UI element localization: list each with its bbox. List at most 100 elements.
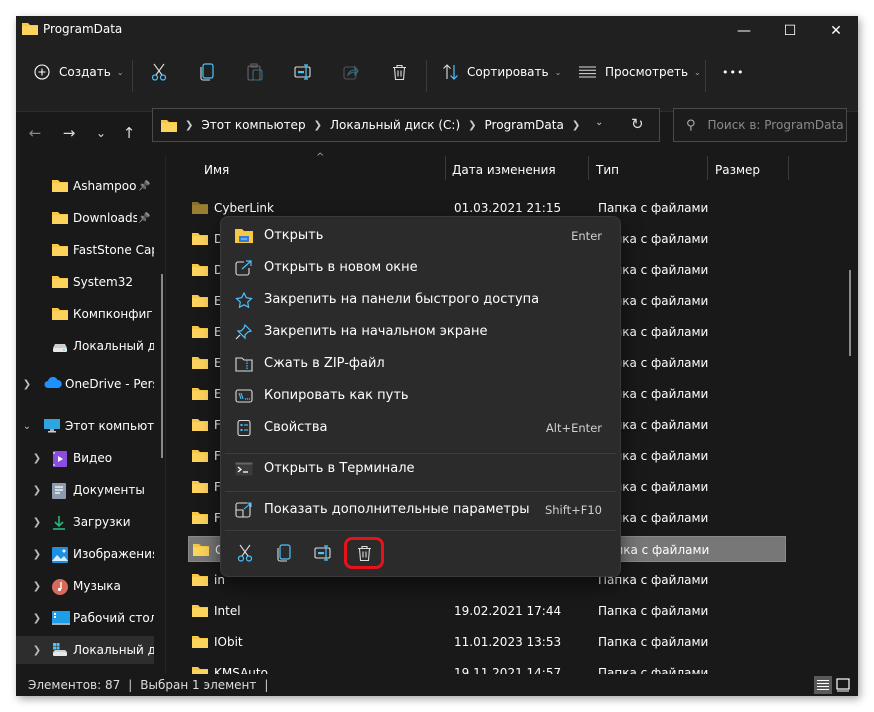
sidebar-item-label: Компконфиг bbox=[73, 307, 153, 321]
maximize-button[interactable]: ☐ bbox=[767, 16, 813, 46]
column-divider[interactable] bbox=[707, 156, 708, 180]
documents-icon bbox=[52, 483, 68, 499]
rename-button[interactable] bbox=[294, 60, 312, 84]
context-menu: Открыть Enter Открыть в новом окне Закрепит… bbox=[220, 216, 621, 577]
sidebar-scrollbar[interactable] bbox=[161, 274, 163, 458]
sidebar-item[interactable]: ❯ Локальный диск (C:) bbox=[16, 636, 154, 664]
arrow-up-icon: ↑ bbox=[122, 124, 136, 142]
chevron-right-icon[interactable]: ❯ bbox=[32, 613, 42, 624]
context-menu-item[interactable]: Сжать в ZIP-файл bbox=[225, 349, 616, 379]
search-box[interactable]: ⚲ Поиск в: ProgramData bbox=[673, 108, 847, 142]
quick-cut-button[interactable] bbox=[225, 537, 265, 569]
context-menu-item[interactable]: Показать дополнительные параметры Shift+F… bbox=[225, 495, 616, 525]
sidebar-item[interactable]: ❯ OneDrive - Personal bbox=[16, 370, 154, 398]
plus-circle-icon bbox=[34, 64, 50, 80]
forward-button[interactable]: → bbox=[57, 122, 81, 144]
quick-delete-button[interactable] bbox=[344, 537, 384, 569]
paste-button[interactable] bbox=[247, 60, 263, 84]
column-header-size[interactable]: Размер bbox=[715, 156, 760, 184]
file-type: Папка с файлами bbox=[598, 201, 709, 215]
file-row[interactable]: IObit 11.01.2023 13:53 Папка с файлами bbox=[188, 629, 786, 655]
copy-path-icon bbox=[235, 388, 253, 404]
sidebar-item[interactable]: ⌄ Этот компьютер bbox=[16, 412, 154, 440]
minimize-icon: — bbox=[737, 23, 751, 39]
sidebar-item[interactable]: ❯ Музыка bbox=[16, 572, 154, 600]
copy-button[interactable] bbox=[200, 60, 214, 84]
close-button[interactable]: ✕ bbox=[813, 16, 858, 46]
breadcrumb-item[interactable]: ProgramData bbox=[485, 118, 564, 132]
view-button[interactable]: Просмотреть ⌄ bbox=[579, 60, 701, 84]
column-header-type[interactable]: Тип bbox=[596, 156, 619, 184]
back-button[interactable]: ← bbox=[23, 122, 47, 144]
up-button[interactable]: ↑ bbox=[117, 122, 141, 144]
chevron-down-icon[interactable]: ⌄ bbox=[22, 421, 32, 432]
status-divider: | bbox=[264, 678, 269, 692]
context-menu-item[interactable]: Открыть в новом окне bbox=[225, 253, 616, 283]
file-name: Intel bbox=[214, 604, 241, 618]
recent-locations-button[interactable]: ⌄ bbox=[89, 122, 113, 144]
sidebar-item[interactable]: Ashampoo Snap📌 bbox=[16, 172, 154, 200]
file-list-scrollbar[interactable] bbox=[849, 270, 851, 356]
chevron-right-icon[interactable]: ❯ bbox=[32, 453, 42, 464]
create-button[interactable]: Создать ⌄ bbox=[34, 60, 124, 84]
column-label: Имя bbox=[204, 163, 230, 177]
cut-button[interactable] bbox=[151, 60, 167, 84]
folder-icon bbox=[192, 604, 208, 617]
sidebar-item-label: Видео bbox=[73, 451, 113, 465]
column-header-date[interactable]: Дата изменения bbox=[452, 156, 556, 184]
sidebar-item[interactable]: ❯ Рабочий стол bbox=[16, 604, 154, 632]
chevron-right-icon[interactable]: ❯ bbox=[22, 379, 32, 390]
sidebar-item-label: Локальный диск bbox=[73, 339, 154, 353]
more-button[interactable]: ••• bbox=[722, 60, 744, 84]
details-view-button[interactable] bbox=[814, 676, 832, 694]
context-menu-item[interactable]: Закрепить на начальном экране bbox=[225, 317, 616, 347]
sort-label: Сортировать bbox=[467, 65, 549, 79]
sidebar-item[interactable]: Локальный диск bbox=[16, 332, 154, 360]
quick-rename-button[interactable] bbox=[303, 537, 343, 569]
column-divider[interactable] bbox=[445, 156, 446, 180]
divider bbox=[165, 156, 166, 680]
context-menu-item[interactable]: Свойства Alt+Enter bbox=[225, 413, 616, 443]
file-row[interactable]: Intel 19.02.2021 17:44 Папка с файлами bbox=[188, 598, 786, 624]
chevron-right-icon[interactable]: ❯ bbox=[32, 645, 42, 656]
sidebar-item[interactable]: ❯ Документы bbox=[16, 476, 154, 504]
context-menu-item[interactable]: Закрепить на панели быстрого доступа bbox=[225, 285, 616, 315]
address-bar[interactable]: ❯ Этот компьютер ❯ Локальный диск (C:) ❯… bbox=[152, 108, 660, 142]
column-divider[interactable] bbox=[588, 156, 589, 180]
column-label: Дата изменения bbox=[452, 163, 556, 177]
breadcrumb-item[interactable]: Этот компьютер bbox=[201, 118, 305, 132]
large-icons-view-button[interactable] bbox=[834, 676, 852, 694]
column-divider[interactable] bbox=[788, 156, 789, 180]
breadcrumb-item[interactable]: Локальный диск (C:) bbox=[330, 118, 460, 132]
context-menu-item[interactable]: Копировать как путь bbox=[225, 381, 616, 411]
sort-button[interactable]: Сортировать ⌄ bbox=[442, 60, 561, 84]
pin-icon: 📌 bbox=[138, 212, 151, 224]
sidebar-item[interactable]: Downloads 📌 bbox=[16, 204, 154, 232]
quick-copy-button[interactable] bbox=[264, 537, 304, 569]
chevron-right-icon: ❯ bbox=[313, 119, 322, 131]
sidebar-item[interactable]: FastStone Capture bbox=[16, 236, 154, 264]
chevron-right-icon[interactable]: ❯ bbox=[32, 517, 42, 528]
rename-icon bbox=[314, 545, 331, 561]
refresh-icon[interactable]: ↻ bbox=[631, 115, 644, 133]
sidebar-item-label: Изображения bbox=[73, 547, 154, 561]
divider bbox=[132, 60, 133, 92]
column-label: Размер bbox=[715, 163, 761, 177]
sidebar-item[interactable]: Компконфиг bbox=[16, 300, 154, 328]
divider bbox=[705, 60, 706, 92]
folder-icon bbox=[192, 449, 208, 462]
context-menu-item[interactable]: Открыть в Терминале bbox=[225, 454, 616, 484]
sidebar-item[interactable]: ❯ Видео bbox=[16, 444, 154, 472]
minimize-button[interactable]: — bbox=[721, 16, 767, 46]
column-header-name[interactable]: Имя bbox=[204, 156, 229, 184]
delete-button[interactable] bbox=[392, 60, 407, 84]
chevron-right-icon[interactable]: ❯ bbox=[32, 581, 42, 592]
sidebar-item[interactable]: ❯ Загрузки bbox=[16, 508, 154, 536]
share-button[interactable] bbox=[343, 60, 359, 84]
context-menu-item[interactable]: Открыть Enter bbox=[225, 221, 616, 251]
sidebar-item[interactable]: ❯ Изображения bbox=[16, 540, 154, 568]
chevron-right-icon[interactable]: ❯ bbox=[32, 485, 42, 496]
sidebar-item[interactable]: System32 bbox=[16, 268, 154, 296]
chevron-right-icon[interactable]: ❯ bbox=[32, 549, 42, 560]
address-dropdown-icon[interactable]: ⌄ bbox=[595, 117, 603, 128]
